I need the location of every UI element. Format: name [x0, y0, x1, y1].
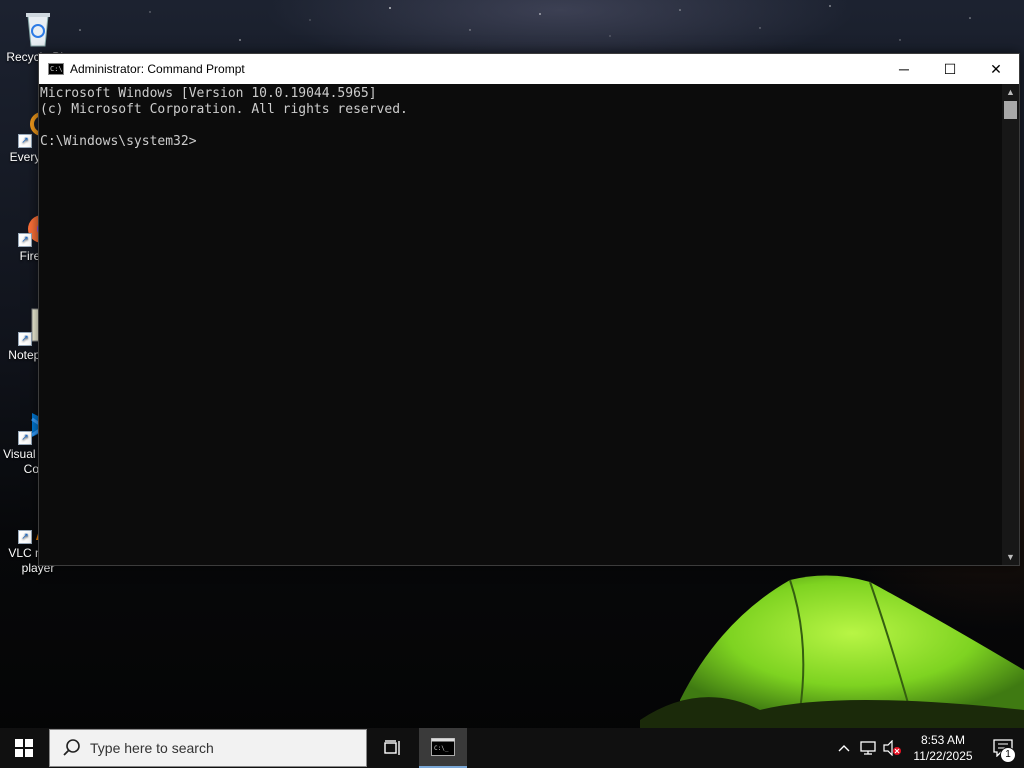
clock-time: 8:53 AM	[920, 733, 966, 747]
console-prompt-line: C:\Windows\system32>	[40, 134, 197, 149]
scroll-up-icon[interactable]: ▲	[1002, 84, 1019, 100]
window-controls: ─ ☐ ✕	[881, 54, 1019, 84]
cmd-icon: C:\_	[431, 738, 455, 756]
scroll-down-icon[interactable]: ▼	[1002, 549, 1019, 565]
shortcut-arrow-icon: ↗	[18, 134, 32, 148]
svg-text:C:\_: C:\_	[434, 745, 449, 752]
wallpaper-tent	[640, 575, 1024, 730]
start-button[interactable]	[0, 728, 48, 768]
taskbar-app-command-prompt[interactable]: C:\_	[419, 728, 467, 768]
windows-logo-icon	[15, 739, 33, 757]
cmd-icon: C:\	[48, 63, 64, 75]
taskbar: Type here to search C:\_ 8:53 AM 11/22/2…	[0, 728, 1024, 768]
window-title: Administrator: Command Prompt	[70, 62, 245, 76]
volume-button[interactable]	[880, 728, 904, 768]
task-view-button[interactable]	[369, 728, 417, 768]
search-placeholder: Type here to search	[90, 740, 214, 756]
scroll-thumb[interactable]	[1004, 101, 1017, 119]
shortcut-arrow-icon: ↗	[18, 233, 32, 247]
taskbar-search-box[interactable]: Type here to search	[49, 729, 367, 767]
minimize-button[interactable]: ─	[881, 54, 927, 84]
console-scrollbar[interactable]: ▲ ▼	[1002, 84, 1019, 565]
console-output[interactable]: Microsoft Windows [Version 10.0.19044.59…	[39, 84, 1002, 565]
maximize-button[interactable]: ☐	[927, 54, 973, 84]
window-titlebar[interactable]: C:\ Administrator: Command Prompt ─ ☐ ✕	[39, 54, 1019, 84]
shortcut-arrow-icon: ↗	[18, 530, 32, 544]
shortcut-arrow-icon: ↗	[18, 431, 32, 445]
volume-muted-icon	[883, 740, 901, 756]
taskbar-clock[interactable]: 8:53 AM 11/22/2025	[910, 732, 976, 764]
network-icon	[860, 741, 876, 755]
command-prompt-window[interactable]: C:\ Administrator: Command Prompt ─ ☐ ✕ …	[38, 53, 1020, 566]
clock-date: 11/22/2025	[913, 749, 973, 763]
shortcut-arrow-icon: ↗	[18, 332, 32, 346]
network-button[interactable]	[856, 728, 880, 768]
notification-count-badge: 1	[1000, 747, 1016, 763]
show-hidden-icons-button[interactable]	[832, 728, 856, 768]
search-icon	[63, 739, 80, 756]
chevron-up-icon	[838, 745, 850, 752]
action-center-button[interactable]: 1	[982, 728, 1024, 768]
recycle-bin-icon	[18, 8, 58, 48]
system-tray: 8:53 AM 11/22/2025 1	[832, 728, 1024, 768]
task-view-icon	[384, 740, 400, 755]
console-line: (c) Microsoft Corporation. All rights re…	[40, 102, 408, 117]
close-button[interactable]: ✕	[973, 54, 1019, 84]
console-line: Microsoft Windows [Version 10.0.19044.59…	[40, 86, 377, 101]
